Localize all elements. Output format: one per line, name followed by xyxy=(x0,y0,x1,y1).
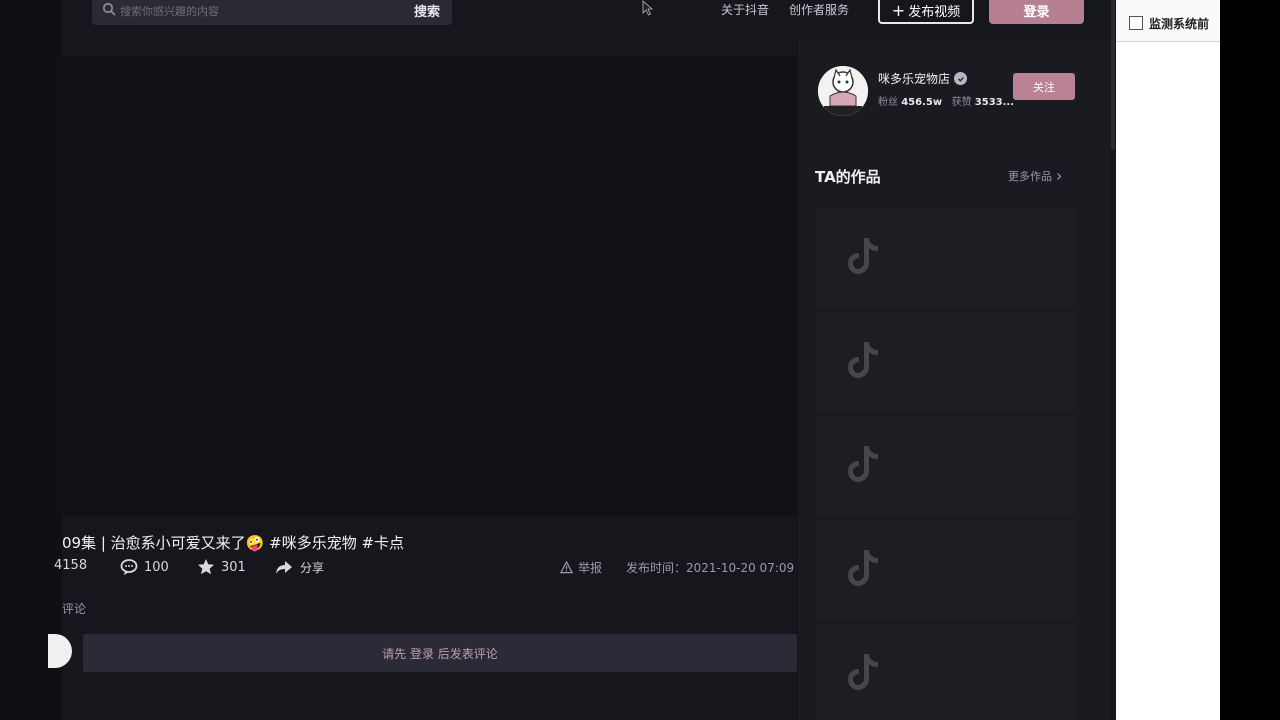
work-thumbnail[interactable] xyxy=(816,520,1078,618)
plus-icon: + xyxy=(891,0,906,20)
tiktok-icon xyxy=(848,654,878,690)
publish-time: 发布时间：2021-10-20 07:09 xyxy=(626,561,795,575)
video-title: 09集 | 治愈系小可爱又来了🤪 #咪多乐宠物 #卡点 xyxy=(62,534,405,552)
left-strip xyxy=(0,0,62,720)
app-window: 搜索你感兴趣的内容 搜索 关于抖音 创作者服务 + 发布视频 登录 09集 | … xyxy=(0,0,1116,720)
right-black-area xyxy=(1220,0,1280,720)
video-player[interactable] xyxy=(62,56,798,516)
works-title: TA的作品 xyxy=(815,168,881,186)
comment-count: 100 xyxy=(144,559,169,575)
author-avatar[interactable] xyxy=(818,66,868,116)
like-stat[interactable]: 4158 xyxy=(54,558,87,573)
work-thumbnail[interactable] xyxy=(816,624,1078,720)
fans-value: 456.5w xyxy=(901,97,943,108)
work-thumbnail[interactable] xyxy=(816,208,1078,306)
comment-stat[interactable]: 100 xyxy=(120,558,169,576)
tiktok-icon xyxy=(848,550,878,586)
nav-about-douyin[interactable]: 关于抖音 xyxy=(721,1,769,18)
cursor-icon xyxy=(642,0,654,16)
search-input[interactable]: 搜索你感兴趣的内容 搜索 xyxy=(92,0,452,25)
share-label: 分享 xyxy=(300,560,325,575)
scrollbar-thumb[interactable] xyxy=(1111,0,1115,150)
publish-video-button[interactable]: + 发布视频 xyxy=(878,0,974,24)
search-placeholder: 搜索你感兴趣的内容 xyxy=(120,5,219,18)
fans-label: 粉丝 xyxy=(878,97,898,108)
report-button[interactable]: 举报 xyxy=(560,559,602,576)
tiktok-icon xyxy=(848,446,878,482)
monitor-checkbox-label: 监测系统前 xyxy=(1149,17,1210,31)
like-count: 4158 xyxy=(54,558,88,573)
search-icon xyxy=(102,2,116,16)
search-button[interactable]: 搜索 xyxy=(414,1,440,20)
nav-creator-services[interactable]: 创作者服务 xyxy=(789,1,849,18)
author-name-row[interactable]: 咪多乐宠物店 xyxy=(878,70,968,87)
likes-value: 3533... xyxy=(974,97,1015,108)
chevron-right-icon xyxy=(1057,172,1062,180)
comments-heading: 评论 xyxy=(62,602,87,616)
follow-button[interactable]: 关注 xyxy=(1013,73,1075,100)
share-icon xyxy=(276,561,292,574)
publish-video-label: 发布视频 xyxy=(908,4,961,20)
video-stats-bar: 4158 100 301 分享 举报 发布时间：2021-10-20 07:09 xyxy=(54,558,798,578)
more-works-label: 更多作品 xyxy=(1008,170,1052,183)
side-panel: 监测系统前 xyxy=(1116,0,1220,720)
author-stats: 粉丝 456.5w 获赞 3533... xyxy=(878,93,1014,108)
likes-label: 获赞 xyxy=(951,97,972,108)
top-header: 搜索你感兴趣的内容 搜索 关于抖音 创作者服务 + 发布视频 登录 xyxy=(62,0,1116,40)
cat-avatar-image xyxy=(818,66,868,116)
author-panel: 咪多乐宠物店 粉丝 456.5w 获赞 3533... 关注 TA的作品 更多作… xyxy=(798,40,1116,720)
tiktok-icon xyxy=(848,342,878,378)
favorite-stat[interactable]: 301 xyxy=(197,558,246,576)
tiktok-icon xyxy=(848,238,878,274)
work-thumbnail[interactable] xyxy=(816,312,1078,410)
author-name: 咪多乐宠物店 xyxy=(878,72,951,86)
user-avatar xyxy=(48,634,72,668)
monitor-checkbox[interactable] xyxy=(1129,16,1143,30)
side-panel-header: 监测系统前 xyxy=(1116,0,1220,42)
report-label: 举报 xyxy=(578,561,603,575)
warning-icon xyxy=(560,561,573,574)
login-button[interactable]: 登录 xyxy=(989,0,1084,24)
favorite-count: 301 xyxy=(221,559,246,575)
share-stat[interactable]: 分享 xyxy=(274,558,324,576)
more-works-link[interactable]: 更多作品 xyxy=(1008,168,1062,184)
comment-icon xyxy=(120,559,138,575)
verify-icon xyxy=(954,72,968,85)
work-thumbnail[interactable] xyxy=(816,416,1078,514)
comment-input[interactable]: 请先 登录 后发表评论 xyxy=(83,634,797,672)
star-icon xyxy=(198,559,214,575)
